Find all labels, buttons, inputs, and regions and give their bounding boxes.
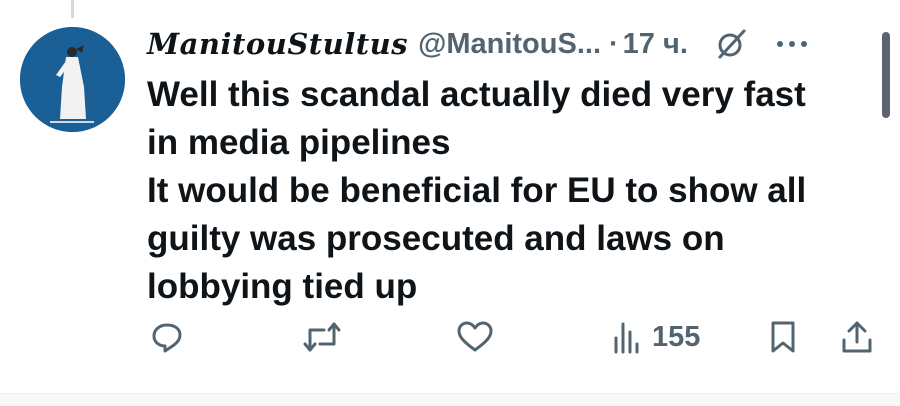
scrollbar-thumb[interactable]: [882, 32, 890, 118]
thread-connector-line: [71, 0, 74, 18]
display-name[interactable]: ManitouStultus: [147, 27, 408, 61]
retweet-button[interactable]: [302, 315, 342, 359]
share-button[interactable]: [840, 315, 874, 359]
tweet-header: ManitouStultus @ManitouS... · 17 ч.: [147, 22, 884, 66]
separator-dot: ·: [609, 27, 619, 60]
divider-bar: [0, 393, 900, 406]
tweet-text-line: lobbying tied up: [147, 267, 418, 306]
reply-button[interactable]: [150, 315, 184, 359]
bookmark-button[interactable]: [768, 315, 798, 359]
tweet-action-bar: 155: [0, 315, 900, 359]
views-count: 155: [652, 320, 701, 353]
user-handle[interactable]: @ManitouS...: [418, 28, 601, 61]
reply-icon: [152, 323, 182, 353]
views-button[interactable]: 155: [612, 315, 700, 359]
tweet-text-line: It would be beneficial for EU to show al…: [147, 171, 807, 210]
like-button[interactable]: [456, 315, 494, 359]
views-icon: [614, 322, 639, 354]
tweet-text-line: Well this scandal actually died very fas…: [147, 75, 806, 114]
bookmark-icon: [771, 321, 795, 353]
more-icon[interactable]: [774, 32, 810, 56]
tweet-text-line: in media pipelines: [147, 123, 451, 162]
timestamp[interactable]: 17 ч.: [623, 28, 688, 61]
avatar-image: [20, 27, 125, 132]
tweet-text: Well this scandal actually died very fas…: [147, 71, 867, 311]
avatar[interactable]: [20, 27, 125, 132]
tweet-text-line: guilty was prosecuted and laws on: [147, 219, 725, 258]
share-icon: [842, 321, 872, 353]
heart-icon: [457, 321, 493, 352]
retweet-icon: [303, 322, 341, 352]
grok-icon[interactable]: [714, 27, 748, 61]
